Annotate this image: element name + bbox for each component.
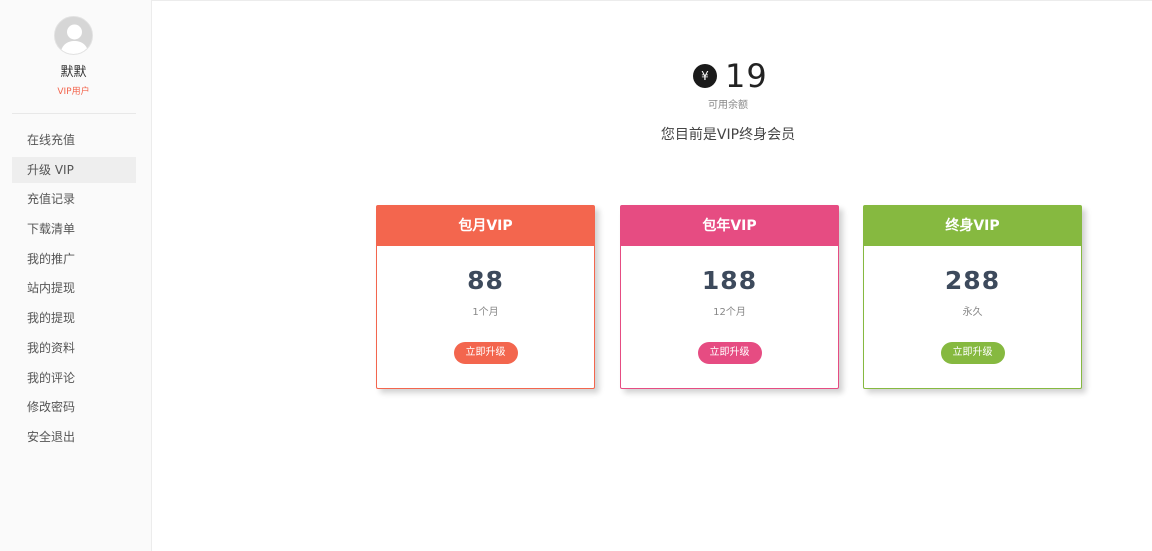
plan-title: 包年VIP <box>621 206 838 246</box>
sidebar-item-change-password[interactable]: 修改密码 <box>12 394 136 420</box>
plan-period: 12个月 <box>713 307 746 318</box>
plan-price: 188 <box>701 266 758 295</box>
upgrade-monthly-button[interactable]: 立即升级 <box>453 342 518 364</box>
yen-icon: ¥ <box>693 64 717 88</box>
balance-label: 可用余额 <box>708 100 748 111</box>
user-avatar-icon <box>55 17 92 54</box>
upgrade-lifetime-button[interactable]: 立即升级 <box>940 342 1005 364</box>
sidebar-item-recharge-history[interactable]: 充值记录 <box>12 186 136 212</box>
plan-card-lifetime: 终身VIP 288 永久 立即升级 <box>863 205 1082 389</box>
upgrade-yearly-button[interactable]: 立即升级 <box>697 342 762 364</box>
plan-card-monthly: 包月VIP 88 1个月 立即升级 <box>376 205 595 389</box>
sidebar-item-downloads[interactable]: 下载清单 <box>12 216 136 242</box>
balance-value: 19 <box>725 57 768 95</box>
balance-display: ¥ 19 <box>693 57 768 95</box>
sidebar: 默默 VIP用户 在线充值 升级 VIP 充值记录 下载清单 我的推广 站内提现… <box>0 0 152 551</box>
sidebar-item-site-withdraw[interactable]: 站内提现 <box>12 275 136 301</box>
plan-card-yearly: 包年VIP 188 12个月 立即升级 <box>620 205 839 389</box>
sidebar-item-logout[interactable]: 安全退出 <box>12 424 136 450</box>
sidebar-item-profile[interactable]: 我的资料 <box>12 335 136 361</box>
avatar[interactable] <box>54 16 93 55</box>
sidebar-menu: 在线充值 升级 VIP 充值记录 下载清单 我的推广 站内提现 我的提现 我的资… <box>12 127 136 454</box>
plan-title: 终身VIP <box>864 206 1081 246</box>
plan-price: 288 <box>944 266 1001 295</box>
sidebar-item-my-withdrawals[interactable]: 我的提现 <box>12 305 136 331</box>
top-border <box>0 0 1152 1</box>
plan-period: 1个月 <box>472 307 499 318</box>
sidebar-item-comments[interactable]: 我的评论 <box>12 365 136 391</box>
username: 默默 <box>60 65 87 80</box>
sidebar-item-promotion[interactable]: 我的推广 <box>12 246 136 272</box>
plan-period: 永久 <box>962 307 983 318</box>
sidebar-item-upgrade-vip[interactable]: 升级 VIP <box>12 156 136 183</box>
member-status: 您目前是VIP终身会员 <box>660 127 796 143</box>
plan-price: 88 <box>467 266 504 295</box>
sidebar-divider <box>12 113 136 114</box>
plan-title: 包月VIP <box>377 206 594 246</box>
